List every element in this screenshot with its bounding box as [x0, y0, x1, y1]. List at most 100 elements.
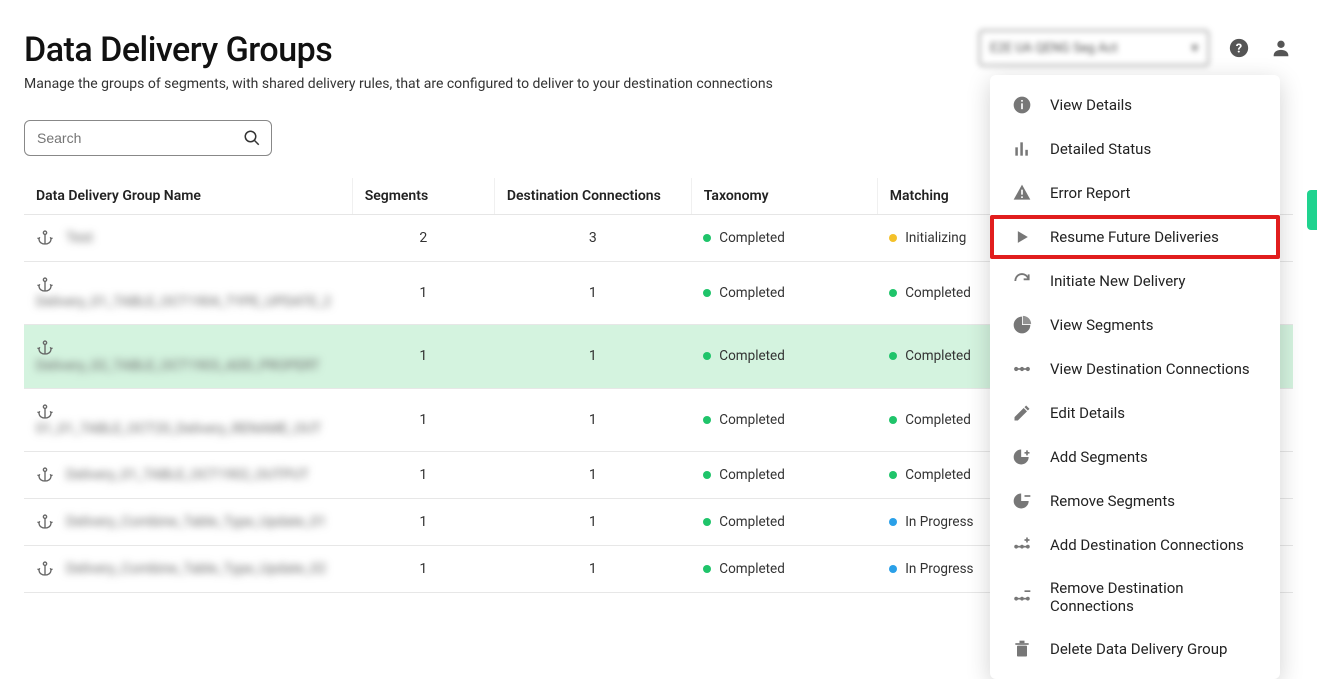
row-name: Test — [66, 230, 93, 246]
status-dot — [889, 518, 897, 526]
menu-label: Detailed Status — [1050, 140, 1151, 158]
menu-label: Delete Data Delivery Group — [1050, 640, 1227, 658]
segments-cell: 1 — [352, 451, 494, 498]
status-dot — [889, 289, 897, 297]
status-dot — [703, 416, 711, 424]
status-dot — [889, 234, 897, 242]
segments-cell: 1 — [352, 262, 494, 325]
taxonomy-cell: Completed — [691, 545, 877, 592]
search-icon — [243, 129, 261, 147]
dest-cell: 1 — [494, 451, 691, 498]
menu-view-segments[interactable]: View Segments — [990, 303, 1280, 347]
refresh-icon — [1012, 271, 1032, 291]
status-label: Completed — [719, 514, 785, 530]
status-label: Completed — [719, 561, 785, 577]
dest-cell: 1 — [494, 545, 691, 592]
status-dot — [703, 289, 711, 297]
warning-icon — [1012, 183, 1032, 203]
anchor-icon — [36, 339, 54, 357]
context-menu: View Details Detailed Status Error Repor… — [990, 75, 1280, 679]
menu-label: Add Destination Connections — [1050, 536, 1244, 554]
segments-cell: 1 — [352, 545, 494, 592]
anchor-icon — [36, 276, 54, 294]
col-header-segments[interactable]: Segments — [352, 178, 494, 215]
status-label: Completed — [719, 285, 785, 301]
menu-label: Remove Segments — [1050, 492, 1175, 510]
pencil-icon — [1012, 403, 1032, 423]
status-label: Completed — [905, 467, 971, 483]
connections-icon — [1012, 359, 1032, 379]
status-dot — [889, 416, 897, 424]
status-label: Completed — [719, 412, 785, 428]
page-subtitle: Manage the groups of segments, with shar… — [24, 76, 773, 92]
menu-label: Add Segments — [1050, 448, 1148, 466]
info-icon — [1012, 95, 1032, 115]
svg-text:?: ? — [1236, 42, 1242, 57]
menu-label: Remove Destination Connections — [1050, 579, 1258, 615]
menu-remove-segments[interactable]: Remove Segments — [990, 479, 1280, 523]
col-header-dest[interactable]: Destination Connections — [494, 178, 691, 215]
bar-chart-icon — [1012, 139, 1032, 159]
anchor-icon — [36, 229, 54, 247]
user-icon[interactable] — [1269, 36, 1293, 60]
menu-initiate-delivery[interactable]: Initiate New Delivery — [990, 259, 1280, 303]
menu-detailed-status[interactable]: Detailed Status — [990, 127, 1280, 171]
taxonomy-cell: Completed — [691, 451, 877, 498]
col-header-name[interactable]: Data Delivery Group Name — [24, 178, 352, 215]
dest-cell: 1 — [494, 325, 691, 388]
trash-icon — [1012, 639, 1032, 659]
status-dot — [889, 352, 897, 360]
segments-cell: 1 — [352, 498, 494, 545]
status-label: Completed — [905, 285, 971, 301]
account-label: E2E UA QENG Seg Act — [990, 41, 1118, 56]
menu-remove-dest[interactable]: Remove Destination Connections — [990, 567, 1280, 627]
menu-edit-details[interactable]: Edit Details — [990, 391, 1280, 435]
segments-cell: 1 — [352, 325, 494, 388]
taxonomy-cell: Completed — [691, 498, 877, 545]
status-label: Completed — [905, 348, 971, 364]
status-label: Completed — [905, 412, 971, 428]
taxonomy-cell: Completed — [691, 388, 877, 451]
menu-delete-group[interactable]: Delete Data Delivery Group — [990, 627, 1280, 671]
row-name: Delivery_Combine_Table_Type_Update_02 — [66, 561, 326, 577]
search-input[interactable] — [35, 129, 237, 147]
status-label: Completed — [719, 348, 785, 364]
taxonomy-cell: Completed — [691, 215, 877, 262]
play-icon — [1012, 227, 1032, 247]
anchor-icon — [36, 560, 54, 578]
col-header-taxonomy[interactable]: Taxonomy — [691, 178, 877, 215]
taxonomy-cell: Completed — [691, 325, 877, 388]
caret-down-icon: ▾ — [1191, 41, 1198, 56]
menu-error-report[interactable]: Error Report — [990, 171, 1280, 215]
menu-label: View Destination Connections — [1050, 360, 1250, 378]
help-icon[interactable]: ? — [1227, 36, 1251, 60]
status-dot — [703, 565, 711, 573]
row-name: Delivery_Combine_Table_Type_Update_01 — [66, 514, 326, 530]
menu-add-segments[interactable]: Add Segments — [990, 435, 1280, 479]
add-tab[interactable] — [1307, 190, 1317, 230]
pie-chart-icon — [1012, 315, 1032, 335]
account-dropdown[interactable]: E2E UA QENG Seg Act ▾ — [979, 30, 1209, 66]
status-dot — [703, 471, 711, 479]
menu-add-dest[interactable]: Add Destination Connections — [990, 523, 1280, 567]
row-name: 01_01_TABLE_OCT20_Delivery_RENAME_OUT — [36, 421, 321, 437]
dest-cell: 1 — [494, 388, 691, 451]
row-name: Delivery_01_TABLE_OCT1902_OUTPUT — [66, 467, 309, 483]
taxonomy-cell: Completed — [691, 262, 877, 325]
menu-view-details[interactable]: View Details — [990, 83, 1280, 127]
menu-view-dest[interactable]: View Destination Connections — [990, 347, 1280, 391]
connections-plus-icon — [1012, 535, 1032, 555]
status-dot — [703, 234, 711, 242]
dest-cell: 1 — [494, 262, 691, 325]
status-dot — [889, 471, 897, 479]
search-box[interactable] — [24, 120, 272, 156]
menu-resume-deliveries[interactable]: Resume Future Deliveries — [990, 215, 1280, 259]
status-label: Completed — [719, 467, 785, 483]
status-label: Completed — [719, 230, 785, 246]
segments-cell: 1 — [352, 388, 494, 451]
anchor-icon — [36, 403, 54, 421]
status-label: In Progress — [905, 561, 973, 577]
pie-plus-icon — [1012, 447, 1032, 467]
menu-label: Initiate New Delivery — [1050, 272, 1185, 290]
row-name: Delivery_02_TABLE_OCT1903_ADD_PROPERT — [36, 358, 320, 374]
